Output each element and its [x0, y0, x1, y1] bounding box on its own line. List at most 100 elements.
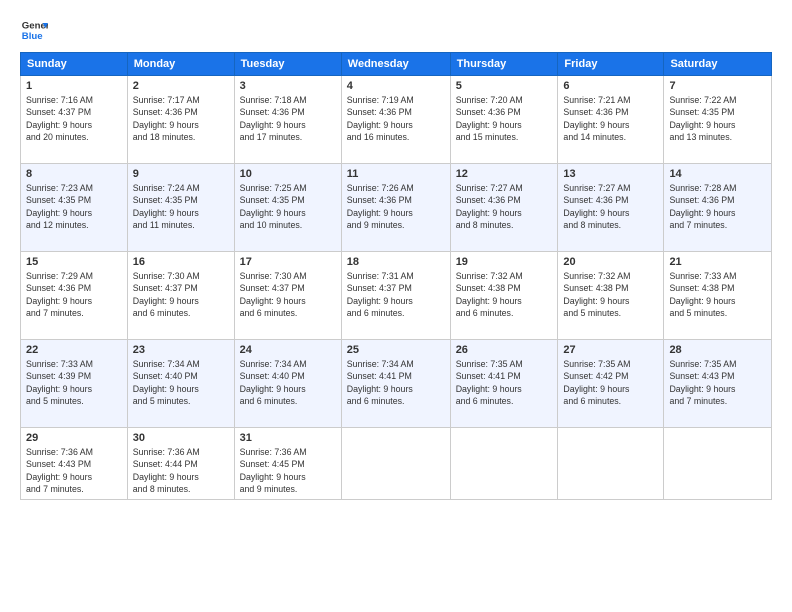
calendar-col-header: Wednesday: [341, 53, 450, 76]
calendar-col-header: Monday: [127, 53, 234, 76]
cell-content: Sunrise: 7:23 AM Sunset: 4:35 PM Dayligh…: [26, 182, 122, 231]
cell-content: Sunrise: 7:22 AM Sunset: 4:35 PM Dayligh…: [669, 94, 766, 143]
day-number: 30: [133, 432, 229, 444]
calendar-cell: 2 Sunrise: 7:17 AM Sunset: 4:36 PM Dayli…: [127, 76, 234, 164]
calendar-cell: 27 Sunrise: 7:35 AM Sunset: 4:42 PM Dayl…: [558, 340, 664, 428]
svg-text:Blue: Blue: [22, 31, 43, 42]
calendar-cell: 3 Sunrise: 7:18 AM Sunset: 4:36 PM Dayli…: [234, 76, 341, 164]
day-number: 9: [133, 168, 229, 180]
calendar-header-row: SundayMondayTuesdayWednesdayThursdayFrid…: [21, 53, 772, 76]
calendar-cell: [450, 428, 558, 500]
day-number: 7: [669, 80, 766, 92]
day-number: 24: [240, 344, 336, 356]
calendar-cell: 17 Sunrise: 7:30 AM Sunset: 4:37 PM Dayl…: [234, 252, 341, 340]
cell-content: Sunrise: 7:35 AM Sunset: 4:43 PM Dayligh…: [669, 358, 766, 407]
cell-content: Sunrise: 7:34 AM Sunset: 4:41 PM Dayligh…: [347, 358, 445, 407]
day-number: 6: [563, 80, 658, 92]
calendar-cell: 21 Sunrise: 7:33 AM Sunset: 4:38 PM Dayl…: [664, 252, 772, 340]
calendar-col-header: Saturday: [664, 53, 772, 76]
cell-content: Sunrise: 7:34 AM Sunset: 4:40 PM Dayligh…: [240, 358, 336, 407]
day-number: 27: [563, 344, 658, 356]
calendar-cell: 10 Sunrise: 7:25 AM Sunset: 4:35 PM Dayl…: [234, 164, 341, 252]
cell-content: Sunrise: 7:27 AM Sunset: 4:36 PM Dayligh…: [563, 182, 658, 231]
calendar-cell: 14 Sunrise: 7:28 AM Sunset: 4:36 PM Dayl…: [664, 164, 772, 252]
svg-text:General: General: [22, 20, 48, 31]
calendar-cell: 8 Sunrise: 7:23 AM Sunset: 4:35 PM Dayli…: [21, 164, 128, 252]
calendar-col-header: Thursday: [450, 53, 558, 76]
cell-content: Sunrise: 7:36 AM Sunset: 4:45 PM Dayligh…: [240, 446, 336, 495]
day-number: 4: [347, 80, 445, 92]
cell-content: Sunrise: 7:36 AM Sunset: 4:44 PM Dayligh…: [133, 446, 229, 495]
calendar-cell: 29 Sunrise: 7:36 AM Sunset: 4:43 PM Dayl…: [21, 428, 128, 500]
calendar-cell: 26 Sunrise: 7:35 AM Sunset: 4:41 PM Dayl…: [450, 340, 558, 428]
cell-content: Sunrise: 7:32 AM Sunset: 4:38 PM Dayligh…: [456, 270, 553, 319]
day-number: 8: [26, 168, 122, 180]
header: General Blue: [20, 16, 772, 44]
cell-content: Sunrise: 7:28 AM Sunset: 4:36 PM Dayligh…: [669, 182, 766, 231]
day-number: 18: [347, 256, 445, 268]
cell-content: Sunrise: 7:18 AM Sunset: 4:36 PM Dayligh…: [240, 94, 336, 143]
day-number: 14: [669, 168, 766, 180]
cell-content: Sunrise: 7:33 AM Sunset: 4:39 PM Dayligh…: [26, 358, 122, 407]
day-number: 29: [26, 432, 122, 444]
calendar-cell: 30 Sunrise: 7:36 AM Sunset: 4:44 PM Dayl…: [127, 428, 234, 500]
calendar-col-header: Friday: [558, 53, 664, 76]
day-number: 13: [563, 168, 658, 180]
calendar-cell: 18 Sunrise: 7:31 AM Sunset: 4:37 PM Dayl…: [341, 252, 450, 340]
calendar-cell: 13 Sunrise: 7:27 AM Sunset: 4:36 PM Dayl…: [558, 164, 664, 252]
day-number: 2: [133, 80, 229, 92]
calendar-cell: [341, 428, 450, 500]
day-number: 16: [133, 256, 229, 268]
day-number: 26: [456, 344, 553, 356]
day-number: 17: [240, 256, 336, 268]
calendar-cell: 19 Sunrise: 7:32 AM Sunset: 4:38 PM Dayl…: [450, 252, 558, 340]
cell-content: Sunrise: 7:32 AM Sunset: 4:38 PM Dayligh…: [563, 270, 658, 319]
calendar-cell: 5 Sunrise: 7:20 AM Sunset: 4:36 PM Dayli…: [450, 76, 558, 164]
day-number: 12: [456, 168, 553, 180]
calendar-cell: 16 Sunrise: 7:30 AM Sunset: 4:37 PM Dayl…: [127, 252, 234, 340]
cell-content: Sunrise: 7:26 AM Sunset: 4:36 PM Dayligh…: [347, 182, 445, 231]
cell-content: Sunrise: 7:36 AM Sunset: 4:43 PM Dayligh…: [26, 446, 122, 495]
day-number: 15: [26, 256, 122, 268]
calendar-cell: [558, 428, 664, 500]
calendar-cell: 9 Sunrise: 7:24 AM Sunset: 4:35 PM Dayli…: [127, 164, 234, 252]
day-number: 1: [26, 80, 122, 92]
calendar-col-header: Sunday: [21, 53, 128, 76]
calendar-cell: 12 Sunrise: 7:27 AM Sunset: 4:36 PM Dayl…: [450, 164, 558, 252]
day-number: 19: [456, 256, 553, 268]
cell-content: Sunrise: 7:19 AM Sunset: 4:36 PM Dayligh…: [347, 94, 445, 143]
calendar-cell: 28 Sunrise: 7:35 AM Sunset: 4:43 PM Dayl…: [664, 340, 772, 428]
cell-content: Sunrise: 7:27 AM Sunset: 4:36 PM Dayligh…: [456, 182, 553, 231]
cell-content: Sunrise: 7:16 AM Sunset: 4:37 PM Dayligh…: [26, 94, 122, 143]
day-number: 28: [669, 344, 766, 356]
day-number: 10: [240, 168, 336, 180]
cell-content: Sunrise: 7:35 AM Sunset: 4:42 PM Dayligh…: [563, 358, 658, 407]
cell-content: Sunrise: 7:33 AM Sunset: 4:38 PM Dayligh…: [669, 270, 766, 319]
day-number: 11: [347, 168, 445, 180]
cell-content: Sunrise: 7:25 AM Sunset: 4:35 PM Dayligh…: [240, 182, 336, 231]
cell-content: Sunrise: 7:31 AM Sunset: 4:37 PM Dayligh…: [347, 270, 445, 319]
day-number: 31: [240, 432, 336, 444]
day-number: 5: [456, 80, 553, 92]
cell-content: Sunrise: 7:17 AM Sunset: 4:36 PM Dayligh…: [133, 94, 229, 143]
calendar-cell: 20 Sunrise: 7:32 AM Sunset: 4:38 PM Dayl…: [558, 252, 664, 340]
calendar-cell: 15 Sunrise: 7:29 AM Sunset: 4:36 PM Dayl…: [21, 252, 128, 340]
cell-content: Sunrise: 7:29 AM Sunset: 4:36 PM Dayligh…: [26, 270, 122, 319]
cell-content: Sunrise: 7:30 AM Sunset: 4:37 PM Dayligh…: [240, 270, 336, 319]
logo-icon: General Blue: [20, 16, 48, 44]
calendar-cell: 1 Sunrise: 7:16 AM Sunset: 4:37 PM Dayli…: [21, 76, 128, 164]
calendar-col-header: Tuesday: [234, 53, 341, 76]
cell-content: Sunrise: 7:35 AM Sunset: 4:41 PM Dayligh…: [456, 358, 553, 407]
page: General Blue SundayMondayTuesdayWednesda…: [0, 0, 792, 612]
day-number: 25: [347, 344, 445, 356]
calendar-cell: 22 Sunrise: 7:33 AM Sunset: 4:39 PM Dayl…: [21, 340, 128, 428]
calendar-cell: 11 Sunrise: 7:26 AM Sunset: 4:36 PM Dayl…: [341, 164, 450, 252]
calendar-table: SundayMondayTuesdayWednesdayThursdayFrid…: [20, 52, 772, 500]
cell-content: Sunrise: 7:24 AM Sunset: 4:35 PM Dayligh…: [133, 182, 229, 231]
day-number: 21: [669, 256, 766, 268]
calendar-cell: 24 Sunrise: 7:34 AM Sunset: 4:40 PM Dayl…: [234, 340, 341, 428]
cell-content: Sunrise: 7:30 AM Sunset: 4:37 PM Dayligh…: [133, 270, 229, 319]
cell-content: Sunrise: 7:20 AM Sunset: 4:36 PM Dayligh…: [456, 94, 553, 143]
day-number: 20: [563, 256, 658, 268]
calendar-cell: 6 Sunrise: 7:21 AM Sunset: 4:36 PM Dayli…: [558, 76, 664, 164]
